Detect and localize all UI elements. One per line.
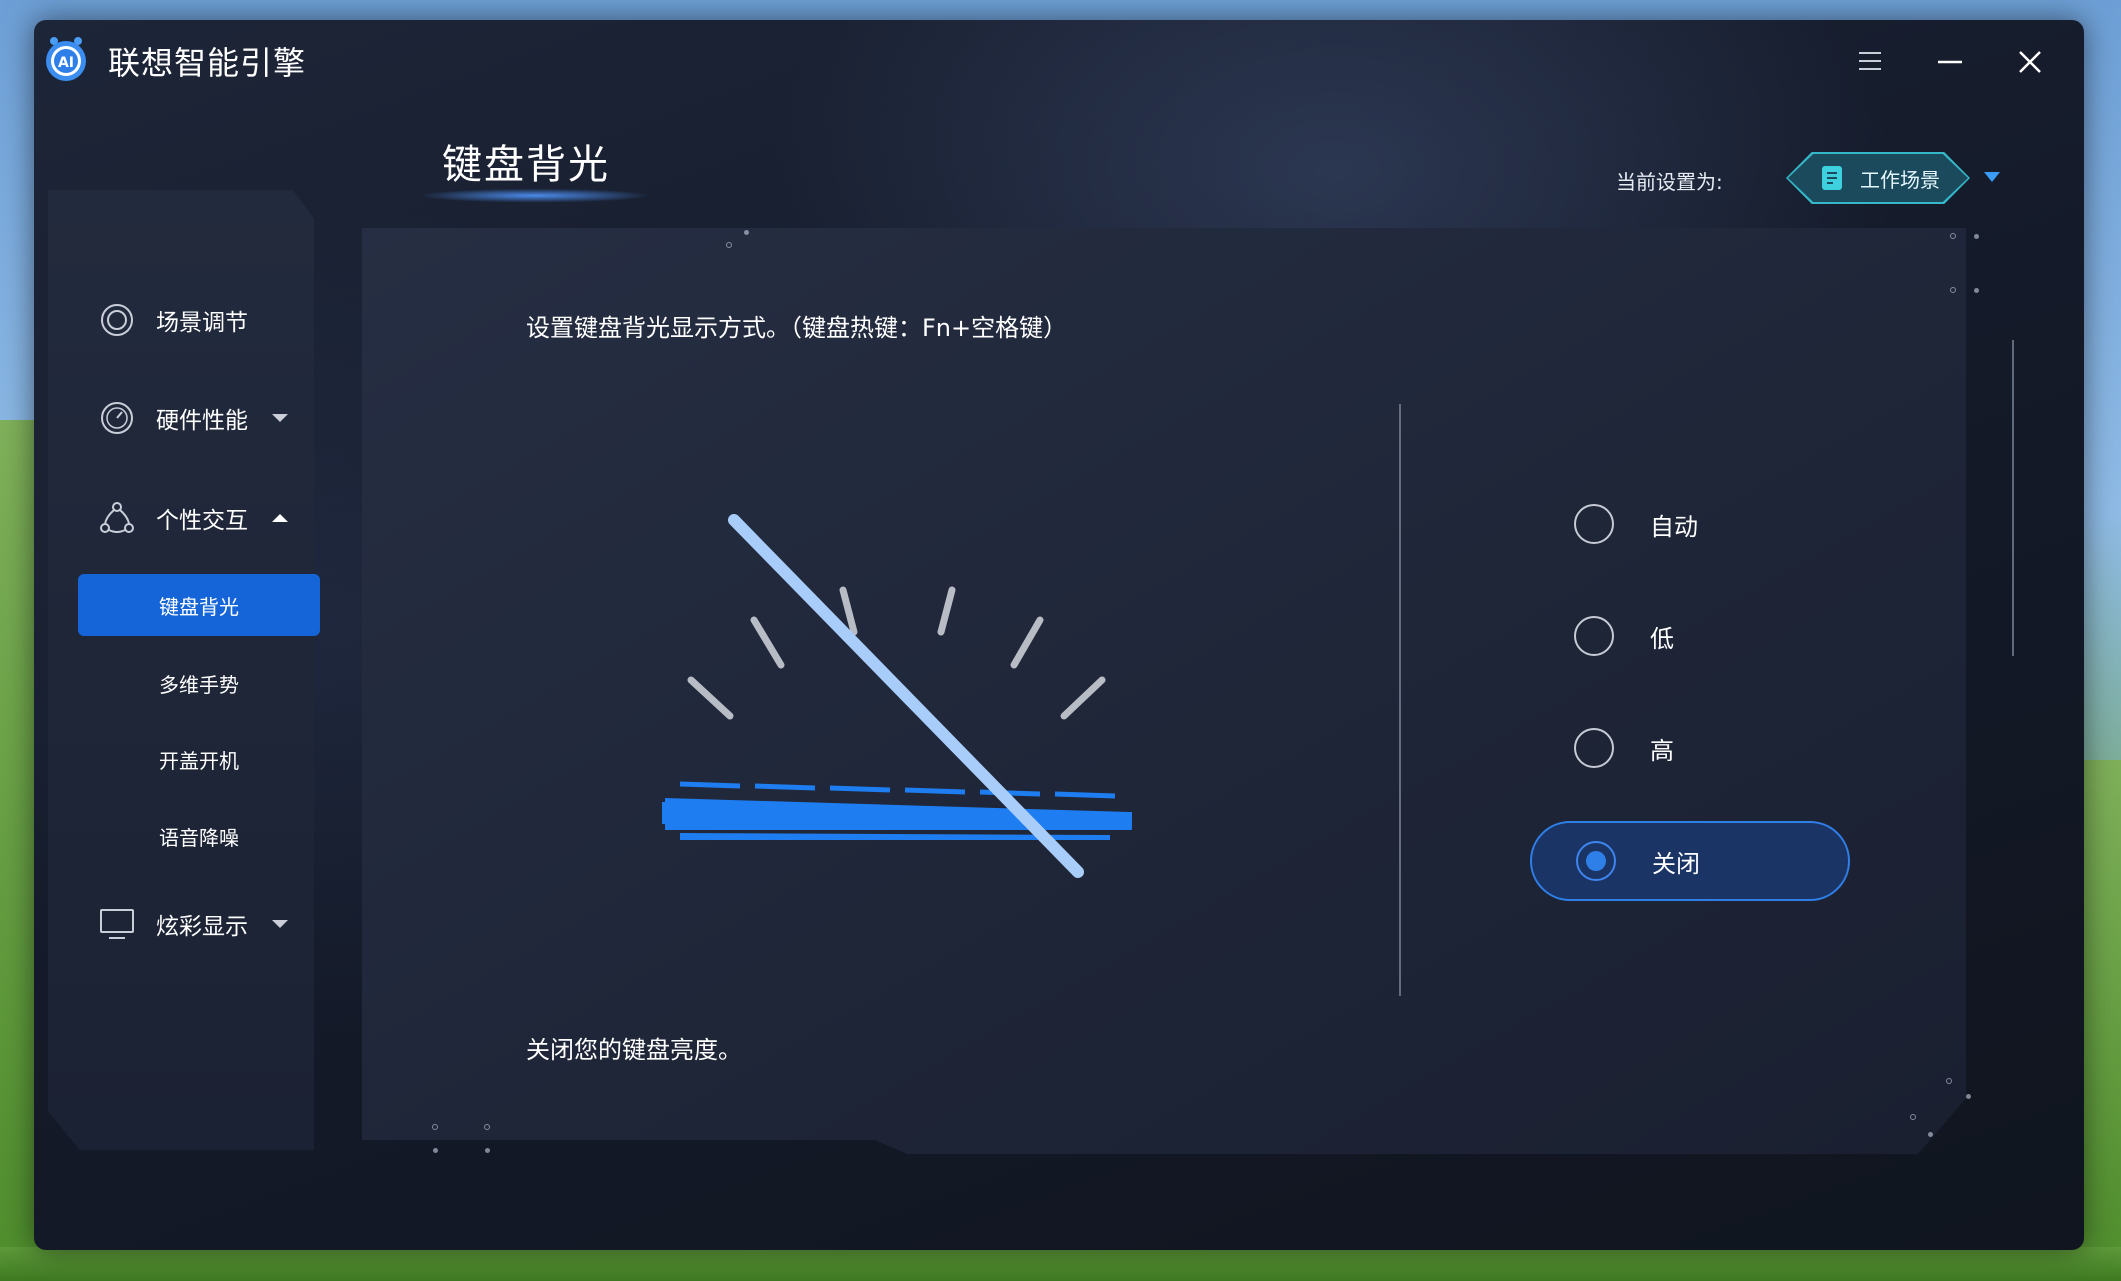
decorative-dot — [744, 230, 749, 235]
sidebar-item-interaction[interactable]: 个性交互 — [98, 496, 248, 540]
chevron-down-icon[interactable] — [270, 918, 290, 930]
logo-text: AI — [58, 55, 74, 71]
decorative-dot — [1950, 233, 1956, 239]
sidebar-item-label: 场景调节 — [156, 310, 248, 336]
chevron-up-icon[interactable] — [270, 512, 290, 524]
option-low[interactable]: 低 — [1530, 596, 1850, 676]
content-panel — [362, 228, 1966, 1154]
panel-scrollbar[interactable] — [2012, 340, 2014, 656]
sidebar-item-hardware[interactable]: 硬件性能 — [98, 396, 248, 440]
decorative-dot — [1950, 287, 1956, 293]
ai-logo-icon: AI — [46, 37, 86, 81]
menu-button[interactable] — [1850, 42, 1890, 82]
close-button[interactable] — [2010, 42, 2050, 82]
sidebar-item-display[interactable]: 炫彩显示 — [98, 902, 248, 946]
decorative-dot — [484, 1124, 490, 1130]
scene-selector[interactable]: 工作场景 — [1788, 154, 1968, 202]
decorative-dot — [485, 1148, 490, 1153]
gauge-icon — [101, 402, 133, 434]
option-label: 高 — [1650, 736, 1674, 765]
sidebar-subitem-lid-open[interactable]: 开盖开机 — [78, 728, 320, 790]
current-setting-label: 当前设置为: — [1616, 170, 1723, 194]
decorative-dot — [1974, 288, 1979, 293]
chevron-down-icon[interactable] — [1982, 170, 2002, 184]
radio-button[interactable] — [1576, 841, 1616, 881]
decorative-dot — [1974, 234, 1979, 239]
option-off[interactable]: 关闭 — [1530, 821, 1850, 901]
decorative-dot — [1910, 1114, 1916, 1120]
option-label: 关闭 — [1652, 849, 1700, 878]
target-icon — [101, 304, 133, 336]
radio-button[interactable] — [1574, 616, 1614, 656]
radio-button[interactable] — [1574, 728, 1614, 768]
minimize-icon — [1938, 60, 1962, 64]
monitor-icon — [100, 909, 134, 939]
current-scene-label: 工作场景 — [1860, 167, 1940, 192]
sidebar-item-scene[interactable]: 场景调节 — [98, 298, 248, 342]
option-high[interactable]: 高 — [1530, 708, 1850, 788]
sidebar-subitem-keyboard-backlight[interactable]: 键盘背光 — [78, 574, 320, 636]
sidebar-item-label: 硬件性能 — [156, 408, 248, 434]
radio-button[interactable] — [1574, 504, 1614, 544]
option-label: 自动 — [1650, 512, 1698, 541]
decorative-dot — [1928, 1132, 1933, 1137]
desktop-background-right — [2081, 760, 2121, 1281]
chevron-down-icon[interactable] — [270, 412, 290, 424]
decorative-dot — [726, 242, 732, 248]
option-description: 关闭您的键盘亮度。 — [526, 1036, 742, 1064]
panel-divider — [1399, 404, 1401, 996]
menu-icon — [1859, 52, 1881, 70]
keyboard-backlight-off-icon — [662, 514, 1132, 878]
scene-doc-icon — [1822, 166, 1842, 190]
interaction-icon — [100, 502, 134, 533]
sidebar-subitem-noise-reduction[interactable]: 语音降噪 — [78, 805, 320, 867]
desktop-background-bottom — [0, 1247, 2121, 1281]
sidebar-item-label: 炫彩显示 — [156, 914, 248, 940]
decorative-dot — [432, 1124, 438, 1130]
radio-selected-dot — [1586, 851, 1606, 871]
minimize-button[interactable] — [1930, 42, 1970, 82]
page-title: 键盘背光 — [442, 142, 610, 188]
app-title: 联想智能引擎 — [108, 44, 307, 82]
sidebar-item-label: 个性交互 — [156, 508, 248, 534]
option-label: 低 — [1650, 624, 1674, 653]
backlight-description: 设置键盘背光显示方式。（键盘热键：Fn+空格键） — [526, 314, 1068, 342]
option-auto[interactable]: 自动 — [1530, 484, 1850, 564]
close-icon — [2019, 51, 2041, 73]
decorative-dot — [433, 1148, 438, 1153]
decorative-dot — [1966, 1094, 1971, 1099]
sidebar-subitem-gestures[interactable]: 多维手势 — [78, 652, 320, 714]
decorative-dot — [1946, 1078, 1952, 1084]
